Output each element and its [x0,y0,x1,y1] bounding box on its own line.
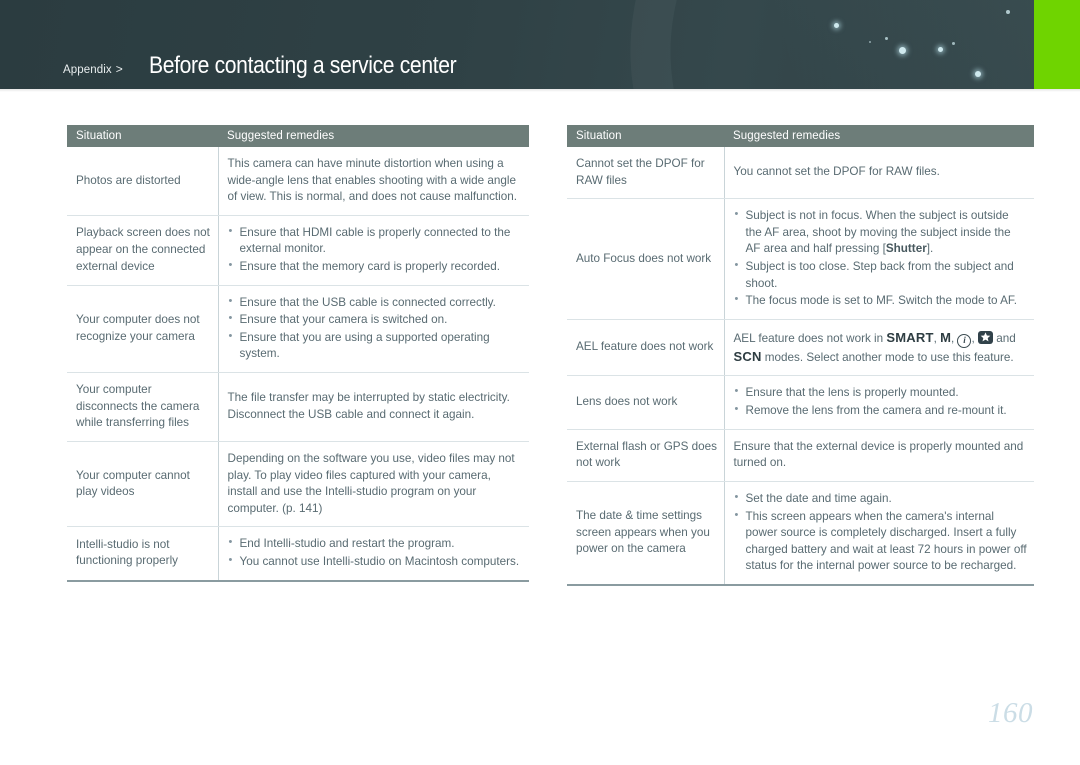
remedy-bullet-list: Ensure that the USB cable is connected c… [228,294,524,363]
remedy-bullet-list: Set the date and time again.This screen … [734,490,1029,575]
remedy-bullet-item: Ensure that the lens is properly mounted… [734,385,1029,402]
troubleshooting-table-left-wrapper: Situation Suggested remedies Photos are … [67,125,529,582]
breadcrumb-parent: Appendix [63,64,112,76]
mode-scene-label: SCN [733,348,762,364]
column-header-situation: Situation [567,125,724,147]
table-row: Playback screen does not appear on the c… [67,215,529,286]
table-header-row: Situation Suggested remedies [567,125,1034,147]
table-header-row: Situation Suggested remedies [67,125,529,147]
cell-remedies: End Intelli-studio and restart the progr… [218,526,529,582]
cell-situation: AEL feature does not work [567,319,725,377]
cell-situation: Your computer does not recognize your ca… [67,285,219,374]
cell-remedies: The file transfer may be interrupted by … [218,372,529,442]
table-row: The date & time settings screen appears … [567,481,1034,586]
remedy-text: You cannot set the DPOF for RAW files. [733,165,940,179]
table-row: Your computer disconnects the camera whi… [67,372,529,442]
remedy-text: This camera can have minute distortion w… [227,157,518,204]
column-header-remedies: Suggested remedies [218,125,529,147]
cell-remedies: Ensure that HDMI cable is properly conne… [218,215,529,286]
header-light-veil [660,0,1080,89]
table-row: Cannot set the DPOF for RAW files You can… [567,147,1034,200]
cell-remedies: Depending on the software you use, video… [218,441,529,528]
table-row: AEL feature does not work AEL feature doe… [567,319,1034,377]
remedy-bullet-item: End Intelli-studio and restart the progr… [228,535,524,553]
cell-situation: Lens does not work [567,375,725,430]
table-row: Lens does not work Ensure that the lens i… [567,375,1034,430]
header-sparkle-dot [975,71,981,77]
remedy-bullet-item: Ensure that the USB cable is connected c… [228,294,524,312]
remedy-bullet-item: Remove the lens from the camera and re-m… [734,402,1029,420]
troubleshooting-table-right: Situation Suggested remedies Cannot set … [567,125,1034,586]
cell-remedies: You cannot set the DPOF for RAW files. [724,147,1034,200]
cell-situation: Your computer disconnects the camera whi… [67,372,219,442]
table-row: Your computer does not recognize your ca… [67,285,529,374]
cell-situation: Intelli-studio is not functioning proper… [67,526,219,582]
troubleshooting-table-right-wrapper: Situation Suggested remedies Cannot set … [567,125,1034,586]
remedy-text: The file transfer may be interrupted by … [227,391,510,421]
cell-remedies: Ensure that the USB cable is connected c… [218,285,529,374]
page-header-band: Appendix > Before contacting a service c… [0,0,1080,89]
remedy-bullet-item: Subject is not in focus. When the subjec… [734,207,1029,258]
cell-situation: Auto Focus does not work [567,198,725,320]
header-sparkle-dot [899,47,906,54]
header-sparkle-dot [869,41,871,43]
remedy-bullet-list: Ensure that the lens is properly mounted… [734,385,1029,419]
breadcrumb-separator-icon: > [115,62,123,76]
cell-situation: External flash or GPS does not work [567,429,725,482]
mode-info-icon: i [957,333,972,348]
cell-remedies: This camera can have minute distortion w… [218,147,529,216]
remedy-bullet-item: This screen appears when the camera's in… [734,508,1029,575]
table-body-right: Cannot set the DPOF for RAW files You can… [567,147,1034,586]
table-body-left: Photos are distorted This camera can have… [67,147,529,582]
header-sparkle-dot [834,23,839,28]
header-band-shadow [0,89,1080,92]
remedy-bullet-item: Ensure that HDMI cable is properly conne… [228,224,524,258]
header-sparkle-dot [952,42,955,45]
remedy-bullet-list: Subject is not in focus. When the subjec… [734,207,1029,310]
remedy-text: Ensure that the external device is prope… [733,439,1024,470]
remedy-bullet-item: Subject is too close. Step back from the… [734,258,1029,292]
page-title: Before contacting a service center [148,52,457,79]
star-glyph [980,332,991,342]
table-row: Your computer cannot play videos Dependin… [67,441,529,528]
cell-situation: Playback screen does not appear on the c… [67,215,219,286]
column-header-situation: Situation [67,125,218,147]
mode-magic-star-icon [977,330,993,344]
remedy-bullet-item: Ensure that your camera is switched on. [228,311,524,329]
cell-remedies: Ensure that the lens is properly mounted… [724,375,1034,430]
remedy-text: Depending on the software you use, video… [227,451,515,515]
cell-remedies: AEL feature does not work in SMART, M, i… [724,319,1034,377]
troubleshooting-table-left: Situation Suggested remedies Photos are … [67,125,529,582]
cell-remedies: Ensure that the external device is prope… [724,429,1034,482]
remedy-bullet-list: Ensure that HDMI cable is properly conne… [228,224,524,276]
remedy-bullet-item: You cannot use Intelli-studio on Macinto… [228,553,524,571]
remedy-bullet-item: Ensure that the memory card is properly … [228,258,524,276]
mode-manual-label: M [940,329,951,345]
table-row: Intelli-studio is not functioning proper… [67,526,529,582]
header-sparkle-dot [938,47,943,52]
remedy-bullet-item: Set the date and time again. [734,490,1029,508]
header-accent-bar [1034,0,1080,89]
remedy-bullet-item: Ensure that you are using a supported op… [228,329,524,363]
mode-smart-label: SMART [886,329,934,345]
remedy-text: AEL feature does not work in SMART, M, i… [733,329,1016,364]
breadcrumb: Appendix > Before contacting a service c… [63,52,477,80]
cell-situation: Your computer cannot play videos [67,441,219,528]
remedy-bullet-item: The focus mode is set to MF. Switch the … [734,292,1029,310]
cell-situation: Photos are distorted [67,147,219,216]
table-row: External flash or GPS does not work Ensur… [567,429,1034,482]
page-number: 160 [988,697,1033,729]
header-sparkle-dot [885,37,888,40]
header-sparkle-dot [1006,10,1010,14]
column-header-remedies: Suggested remedies [724,125,1034,147]
table-row: Auto Focus does not workSubject is not i… [567,198,1034,320]
cell-situation: Cannot set the DPOF for RAW files [567,147,725,200]
cell-remedies: Set the date and time again.This screen … [724,481,1034,586]
cell-situation: The date & time settings screen appears … [567,481,725,586]
table-row: Photos are distorted This camera can have… [67,147,529,216]
remedy-bullet-list: End Intelli-studio and restart the progr… [228,535,524,571]
cell-remedies: Subject is not in focus. When the subjec… [724,198,1034,320]
shutter-button-reference: Shutter [885,242,927,256]
